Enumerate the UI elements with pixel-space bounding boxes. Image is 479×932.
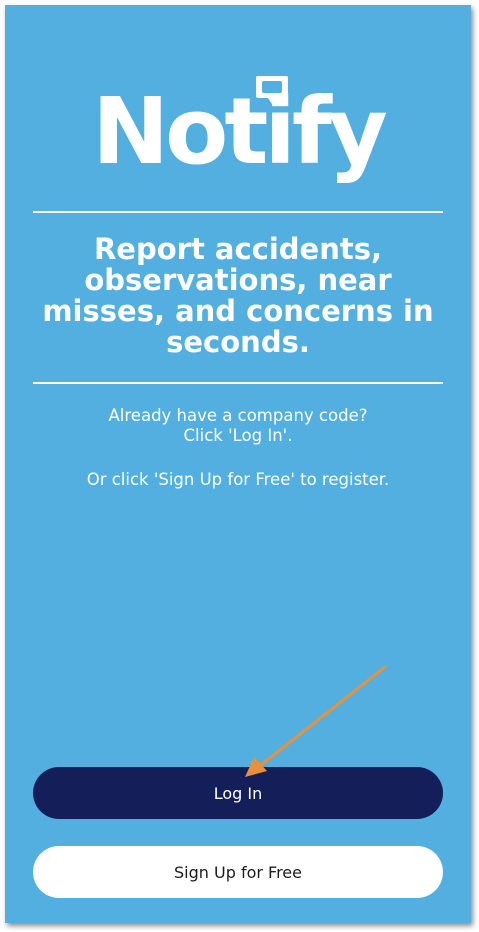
bottom-divider [33, 382, 443, 384]
top-divider [33, 211, 443, 213]
signup-hint-text: Or click 'Sign Up for Free' to register. [86, 470, 390, 489]
login-hint-text: Click 'Log In'. [183, 426, 293, 445]
instructions: Already have a company code? Click 'Log … [35, 406, 441, 490]
login-button[interactable]: Log In [33, 767, 443, 819]
signup-button[interactable]: Sign Up for Free [33, 846, 443, 898]
headline-text: Report accidents, observations, near mis… [42, 232, 434, 359]
speech-bubble-icon [256, 76, 288, 104]
logo-wordmark: Notify [92, 78, 388, 185]
company-code-text: Already have a company code? [108, 406, 368, 425]
app-screen: Notify Report accidents, observations, n… [5, 5, 471, 923]
notify-logo: Notify [5, 71, 471, 191]
